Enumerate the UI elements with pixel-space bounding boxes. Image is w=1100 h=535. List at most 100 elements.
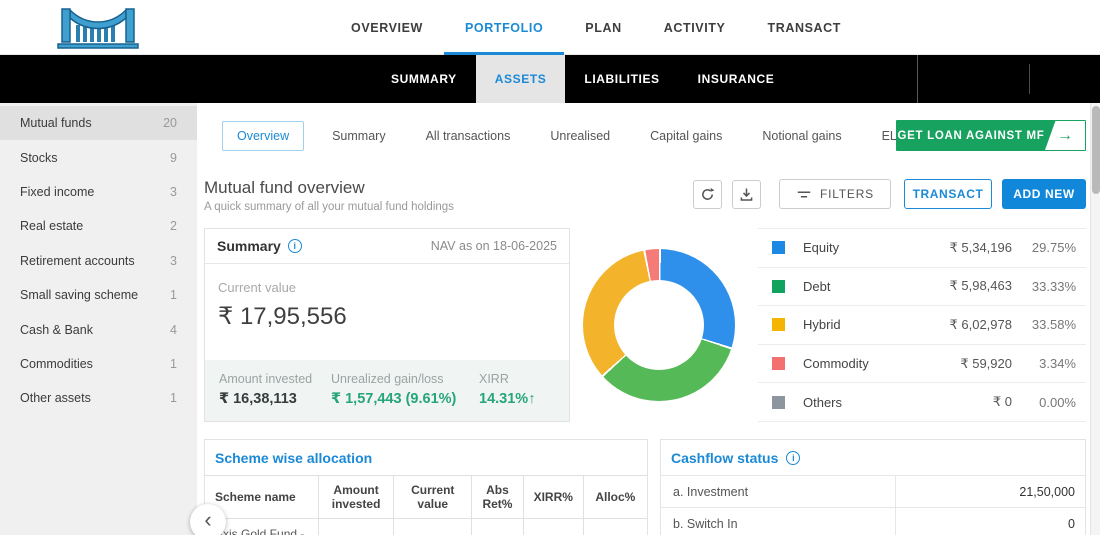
info-icon[interactable]: i [288, 239, 302, 253]
hybrid-swatch-icon [772, 318, 785, 331]
toolbar: FILTERS TRANSACT ADD NEW [693, 179, 1086, 209]
legend-amount: ₹ 6,02,978 [922, 317, 1012, 333]
subnav-divider [917, 55, 918, 103]
nav-portfolio[interactable]: PORTFOLIO [444, 0, 564, 55]
col-header-xirr[interactable]: XIRR% [523, 476, 583, 519]
col-header-current-value[interactable]: Current value [394, 476, 472, 519]
sidebar-item-label: Stocks [20, 151, 58, 165]
col-header-amount-invested[interactable]: Amount invested [318, 476, 394, 519]
sidebar-item-label: Real estate [20, 219, 83, 233]
nav-overview[interactable]: OVERVIEW [330, 0, 444, 55]
current-value-cell [394, 519, 472, 535]
get-loan-button[interactable]: GET LOAN AGAINST MF → [896, 120, 1086, 151]
cashflow-row-value: 21,50,000 [896, 485, 1085, 499]
sidebar-item-commodities[interactable]: Commodities 1 [0, 347, 197, 381]
chevron-left-icon: ‹ [204, 507, 211, 533]
tab-overview[interactable]: Overview [222, 121, 304, 151]
summary-title: Summary [217, 238, 281, 254]
legend-amount: ₹ 5,34,196 [922, 240, 1012, 256]
top-header: OVERVIEW PORTFOLIO PLAN ACTIVITY TRANSAC… [0, 0, 1100, 55]
tab-unrealised[interactable]: Unrealised [550, 129, 610, 143]
sidebar-item-count: 1 [170, 357, 177, 371]
allocation-legend: Equity ₹ 5,34,196 29.75% Debt ₹ 5,98,463… [758, 228, 1086, 422]
subnav-assets[interactable]: ASSETS [476, 55, 566, 103]
amount-invested-value: ₹ 16,38,113 [219, 391, 331, 407]
legend-percent: 33.33% [1012, 279, 1084, 294]
summary-strip: Amount invested ₹ 16,38,113 Unrealized g… [205, 360, 569, 421]
bridge-logo-icon [52, 5, 144, 51]
download-button[interactable] [732, 180, 761, 209]
sidebar-item-label: Other assets [20, 391, 91, 405]
main-nav: OVERVIEW PORTFOLIO PLAN ACTIVITY TRANSAC… [330, 0, 862, 55]
legend-percent: 3.34% [1012, 356, 1084, 371]
list-item: b. Switch In 0 [661, 507, 1085, 535]
debt-swatch-icon [772, 280, 785, 293]
legend-row-others[interactable]: Others ₹ 0 0.00% [758, 383, 1086, 422]
legend-label: Others [803, 395, 922, 410]
sidebar-item-mutual-funds[interactable]: Mutual funds 20 [0, 106, 197, 140]
brand-logo[interactable] [52, 5, 144, 56]
legend-percent: 0.00% [1012, 395, 1084, 410]
subnav-liabilities[interactable]: LIABILITIES [565, 55, 678, 103]
legend-amount: ₹ 59,920 [922, 356, 1012, 372]
sidebar-item-other-assets[interactable]: Other assets 1 [0, 381, 197, 415]
section-header: Mutual fund overview A quick summary of … [204, 178, 1100, 215]
tab-notional-gains[interactable]: Notional gains [762, 129, 841, 143]
legend-row-commodity[interactable]: Commodity ₹ 59,920 3.34% [758, 345, 1086, 384]
unrealized-gain-label: Unrealized gain/loss [331, 372, 479, 386]
legend-row-debt[interactable]: Debt ₹ 5,98,463 33.33% [758, 268, 1086, 307]
legend-label: Commodity [803, 356, 922, 371]
sidebar-item-stocks[interactable]: Stocks 9 [0, 140, 197, 174]
nav-as-on-date: NAV as on 18-06-2025 [431, 239, 557, 253]
legend-percent: 33.58% [1012, 317, 1084, 332]
current-value-label: Current value [218, 280, 556, 295]
nav-plan[interactable]: PLAN [564, 0, 642, 55]
info-icon[interactable]: i [786, 451, 800, 465]
sidebar-item-retirement-accounts[interactable]: Retirement accounts 3 [0, 244, 197, 278]
legend-row-hybrid[interactable]: Hybrid ₹ 6,02,978 33.58% [758, 306, 1086, 345]
add-new-button[interactable]: ADD NEW [1002, 179, 1086, 209]
cashflow-row-label: b. Switch In [661, 508, 896, 535]
sidebar-item-label: Fixed income [20, 185, 94, 199]
sidebar-item-small-saving-scheme[interactable]: Small saving scheme 1 [0, 278, 197, 312]
cashflow-row-label: a. Investment [661, 476, 896, 507]
tab-all-transactions[interactable]: All transactions [426, 129, 511, 143]
col-header-abs-ret[interactable]: Abs Ret% [472, 476, 524, 519]
xirr-cell [523, 519, 583, 535]
list-item: a. Investment 21,50,000 [661, 475, 1085, 507]
tab-summary[interactable]: Summary [332, 129, 385, 143]
cashflow-title: Cashflow status [671, 450, 778, 466]
current-value: ₹ 17,95,556 [218, 302, 556, 331]
unrealized-gain-value: ₹ 1,57,443 (9.61%) [331, 391, 479, 407]
filter-icon [796, 189, 812, 200]
filters-button[interactable]: FILTERS [779, 179, 891, 209]
col-header-alloc[interactable]: Alloc% [583, 476, 647, 519]
sidebar-item-count: 9 [170, 151, 177, 165]
sidebar-item-cash-bank[interactable]: Cash & Bank 4 [0, 312, 197, 346]
nav-activity[interactable]: ACTIVITY [643, 0, 747, 55]
subnav-insurance[interactable]: INSURANCE [679, 55, 794, 103]
sidebar-item-label: Mutual funds [20, 116, 92, 130]
download-icon [738, 186, 755, 203]
vertical-scrollbar[interactable] [1090, 103, 1100, 535]
get-loan-label: GET LOAN AGAINST MF [897, 130, 1045, 142]
mf-tabs: Overview Summary All transactions Unreal… [204, 120, 1100, 151]
table-row[interactable]: Axis Gold Fund - [205, 519, 647, 535]
scrollbar-thumb[interactable] [1092, 106, 1100, 194]
legend-row-equity[interactable]: Equity ₹ 5,34,196 29.75% [758, 229, 1086, 268]
legend-amount: ₹ 5,98,463 [922, 278, 1012, 294]
amount-invested-label: Amount invested [219, 372, 331, 386]
refresh-button[interactable] [693, 180, 722, 209]
nav-transact[interactable]: TRANSACT [746, 0, 862, 55]
donut-chart[interactable] [583, 249, 735, 401]
sidebar-item-fixed-income[interactable]: Fixed income 3 [0, 175, 197, 209]
legend-percent: 29.75% [1012, 240, 1084, 255]
sidebar-item-real-estate[interactable]: Real estate 2 [0, 209, 197, 243]
sidebar-collapse-button[interactable]: ‹ [190, 504, 226, 535]
tab-capital-gains[interactable]: Capital gains [650, 129, 722, 143]
sidebar-item-count: 1 [170, 288, 177, 302]
transact-button[interactable]: TRANSACT [904, 179, 992, 209]
cashflow-status-card: Cashflow status i a. Investment 21,50,00… [660, 439, 1086, 535]
subnav-summary[interactable]: SUMMARY [372, 55, 476, 103]
sidebar-item-label: Small saving scheme [20, 288, 138, 302]
